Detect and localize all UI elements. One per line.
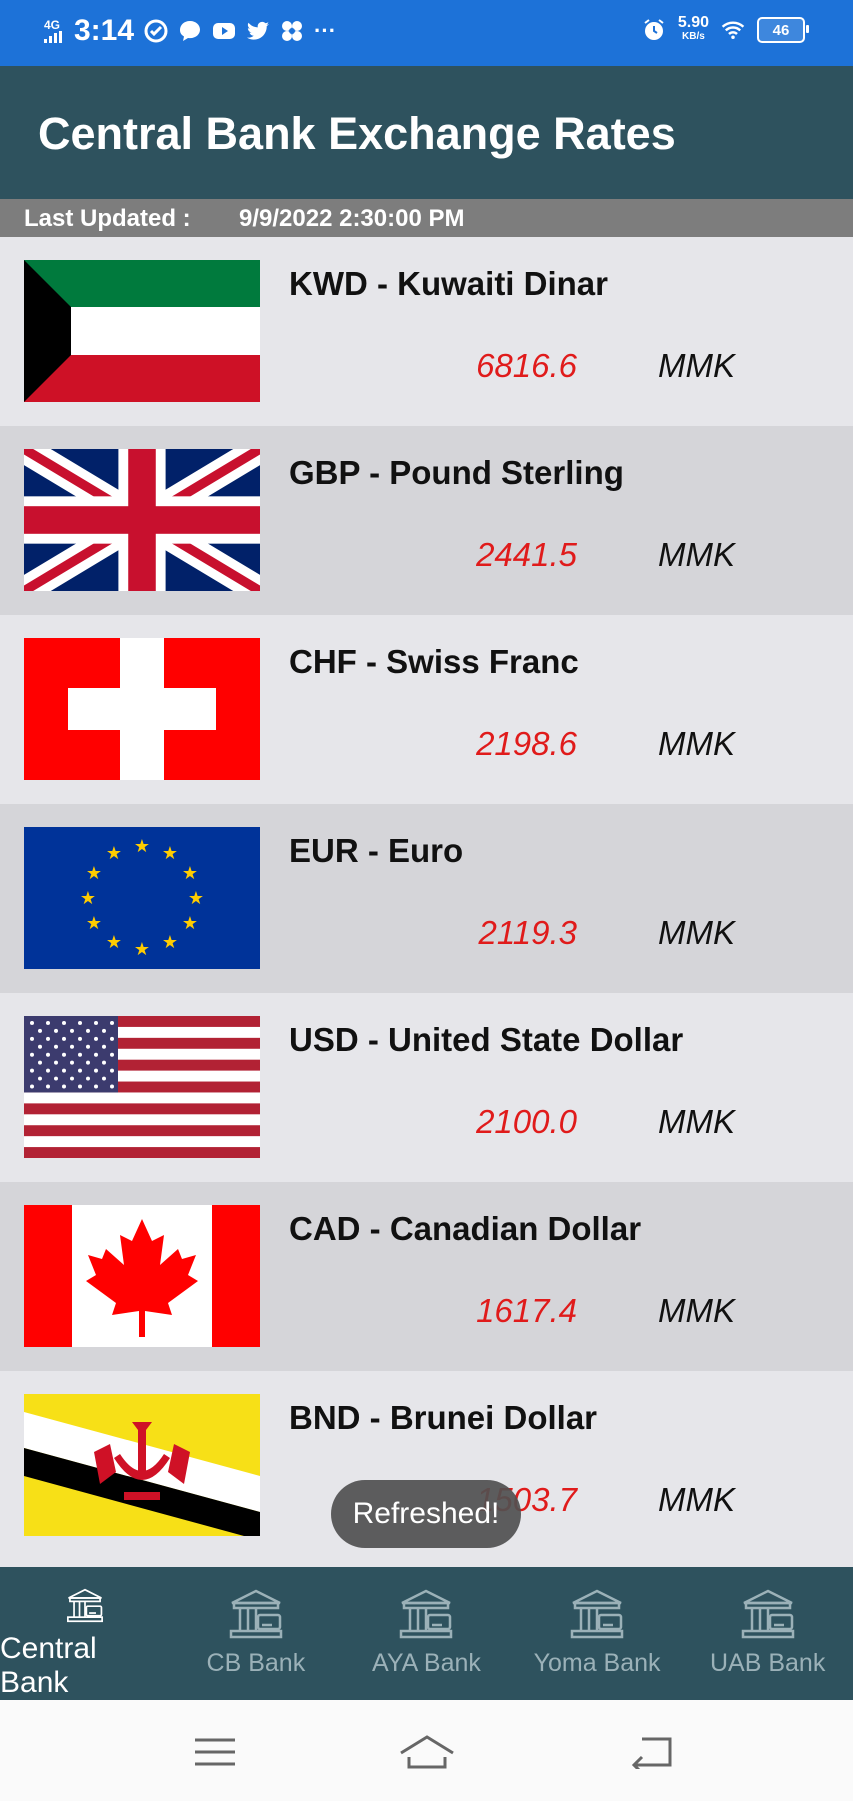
currency-rate: 6816.6 <box>476 347 577 384</box>
alarm-icon <box>642 18 666 42</box>
svg-text:★: ★ <box>134 939 150 960</box>
rate-row-usd[interactable]: USD - United State Dollar 2100.0 MMK <box>0 993 853 1182</box>
app-header: Central Bank Exchange Rates <box>0 66 853 199</box>
currency-unit: MMK <box>658 1292 735 1329</box>
svg-text:★: ★ <box>86 913 102 934</box>
nav-aya-bank[interactable]: AYA Bank <box>341 1567 512 1700</box>
last-updated-value: 9/9/2022 2:30:00 PM <box>239 205 465 232</box>
bank-icon <box>229 1589 283 1639</box>
rate-row-eur[interactable]: ★ ★ ★ ★ ★ ★ ★ ★ ★ ★ ★ ★ EUR - Euro 2119.… <box>0 804 853 993</box>
bank-icon <box>741 1589 794 1639</box>
nav-uab-bank[interactable]: UAB Bank <box>682 1567 853 1700</box>
refreshed-toast: Refreshed! <box>331 1480 521 1548</box>
status-bar: 4G 3:14 ··· 5.90 KB/s 46 <box>0 0 853 66</box>
home-icon[interactable] <box>399 1732 455 1772</box>
currency-unit: MMK <box>658 1103 735 1140</box>
canada-flag-icon <box>24 1205 260 1347</box>
currency-rate: 2441.5 <box>476 536 577 573</box>
page-title: Central Bank Exchange Rates <box>38 108 676 159</box>
svg-text:★: ★ <box>162 843 178 864</box>
svg-text:★: ★ <box>134 836 150 857</box>
currency-unit: MMK <box>658 914 735 951</box>
svg-text:★: ★ <box>106 843 122 864</box>
currency-unit: MMK <box>658 347 735 384</box>
rate-row-chf[interactable]: CHF - Swiss Franc 2198.6 MMK <box>0 615 853 804</box>
currency-name: USD - United State Dollar <box>289 1021 684 1058</box>
us-flag-icon <box>24 1016 260 1158</box>
nav-yoma-bank[interactable]: Yoma Bank <box>512 1567 683 1700</box>
rates-list[interactable]: KWD - Kuwaiti Dinar 6816.6 MMK GBP - Pou… <box>0 237 853 1567</box>
currency-rate: 2119.3 <box>478 914 577 951</box>
nav-label: AYA Bank <box>372 1649 481 1677</box>
nav-central-bank[interactable]: Central Bank <box>0 1567 171 1700</box>
sync-icon <box>144 19 168 43</box>
bottom-nav: Central Bank CB Bank AYA Bank Yoma Bank … <box>0 1567 853 1700</box>
twitter-icon <box>246 19 270 43</box>
currency-rate: 1617.4 <box>476 1292 577 1329</box>
brunei-flag-icon <box>24 1394 260 1536</box>
currency-name: CHF - Swiss Franc <box>289 643 579 680</box>
currency-rate: 2198.6 <box>476 725 577 762</box>
nav-label: CB Bank <box>206 1649 306 1677</box>
rate-row-kwd[interactable]: KWD - Kuwaiti Dinar 6816.6 MMK <box>0 237 853 426</box>
svg-text:★: ★ <box>182 913 198 934</box>
network-type: 4G <box>44 18 61 32</box>
currency-name: BND - Brunei Dollar <box>289 1399 598 1436</box>
svg-text:★: ★ <box>188 888 204 909</box>
nav-label: UAB Bank <box>710 1649 826 1677</box>
battery-icon: 46 <box>757 17 809 43</box>
menu-icon[interactable] <box>192 1732 238 1772</box>
system-nav-bar <box>0 1700 853 1801</box>
currency-unit: MMK <box>658 725 735 762</box>
network-speed: 5.90 KB/s <box>677 14 709 44</box>
nav-cb-bank[interactable]: CB Bank <box>171 1567 342 1700</box>
speed-unit: KB/s <box>682 31 705 42</box>
bank-icon <box>570 1589 624 1639</box>
wifi-icon <box>721 18 745 42</box>
eu-flag-icon: ★ ★ ★ ★ ★ ★ ★ ★ ★ ★ ★ ★ <box>24 827 260 969</box>
bank-icon <box>67 1588 104 1623</box>
svg-text:★: ★ <box>162 932 178 953</box>
nav-label: Yoma Bank <box>533 1649 661 1677</box>
svg-text:★: ★ <box>86 863 102 884</box>
kuwait-flag-icon <box>24 260 260 402</box>
currency-unit: MMK <box>658 536 735 573</box>
signal-icon <box>44 31 62 43</box>
svg-text:★: ★ <box>80 888 96 909</box>
svg-text:★: ★ <box>106 932 122 953</box>
signal-indicator: 4G <box>44 19 64 43</box>
swiss-flag-icon <box>24 638 260 780</box>
more-notifications: ··· <box>314 18 337 43</box>
currency-name: EUR - Euro <box>289 832 464 869</box>
speed-value: 5.90 <box>677 14 709 31</box>
chat-icon <box>178 19 202 43</box>
currency-rate: 2100.0 <box>476 1103 577 1140</box>
svg-text:★: ★ <box>182 863 198 884</box>
youtube-icon <box>212 19 236 43</box>
rate-row-gbp[interactable]: GBP - Pound Sterling 2441.5 MMK <box>0 426 853 615</box>
currency-name: CAD - Canadian Dollar <box>289 1210 642 1247</box>
clock: 3:14 <box>74 14 135 47</box>
currency-name: KWD - Kuwaiti Dinar <box>289 265 608 302</box>
bank-icon <box>400 1589 453 1639</box>
nav-label: Central Bank <box>0 1632 97 1699</box>
uk-flag-icon <box>24 449 260 591</box>
back-icon[interactable] <box>628 1732 674 1772</box>
app-icon <box>280 19 304 43</box>
currency-name: GBP - Pound Sterling <box>289 454 624 491</box>
rate-row-cad[interactable]: CAD - Canadian Dollar 1617.4 MMK <box>0 1182 853 1371</box>
last-updated-bar: Last Updated : 9/9/2022 2:30:00 PM <box>0 199 853 237</box>
last-updated-label: Last Updated : <box>24 205 191 232</box>
currency-unit: MMK <box>658 1481 735 1518</box>
